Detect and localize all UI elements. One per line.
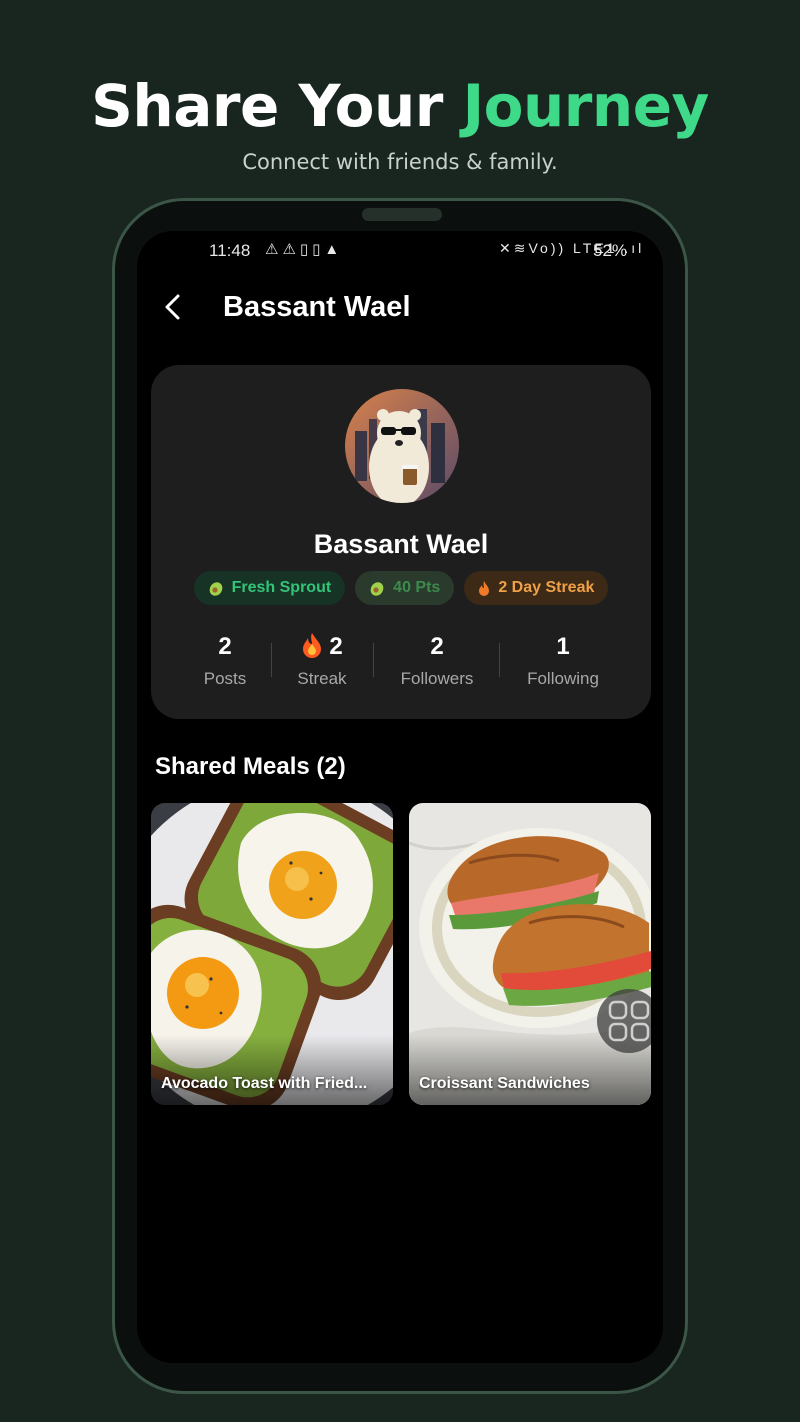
meal-caption: Croissant Sandwiches: [419, 1075, 590, 1092]
fire-icon: [479, 581, 490, 596]
fire-icon: [303, 633, 322, 658]
profile-card: Bassant Wael Fresh Sprout 40 Pts 2 Day S…: [151, 365, 651, 719]
phone-screen: 11:48 ⚠⚠▯▯▲ ✕≋Vo)) LTE1 .ıl 52% Bassant …: [137, 231, 663, 1363]
avocado-icon: [209, 582, 222, 596]
stat-value-row: 2: [281, 631, 363, 663]
phone-speaker: [362, 208, 442, 221]
avatar-image: [345, 389, 459, 503]
meal-caption: Avocado Toast with Fried...: [161, 1075, 368, 1092]
meal-card-croissant-sandwiches[interactable]: Croissant Sandwiches: [409, 803, 651, 1105]
stat-label: Posts: [203, 669, 247, 688]
status-notification-icons: ⚠⚠▯▯▲: [265, 241, 344, 258]
gallery-button[interactable]: [597, 989, 651, 1053]
promo-subline: Connect with friends & family.: [242, 150, 558, 174]
stat-divider: [499, 643, 500, 677]
meal-caption-shade: [151, 1035, 393, 1105]
status-battery: 52%: [593, 241, 628, 260]
meal-card-avocado-toast[interactable]: Avocado Toast with Fried...: [151, 803, 393, 1105]
promo-headline: Share Your Journey: [0, 72, 800, 140]
avocado-icon: [370, 582, 384, 596]
stat-following[interactable]: 1 Following: [513, 631, 613, 689]
badge-label: 2 Day Streak: [498, 579, 595, 596]
stat-divider: [373, 643, 374, 677]
promo-headline-prefix: Share Your: [91, 72, 463, 140]
stat-label: Followers: [400, 669, 474, 688]
badge-label: 40 Pts: [393, 579, 441, 596]
chevron-left-icon: [165, 294, 180, 320]
stat-streak[interactable]: 2 Streak: [281, 631, 363, 689]
status-time: 11:48: [209, 241, 251, 260]
badge-fresh-sprout: Fresh Sprout: [193, 571, 346, 605]
shared-meals-title: Shared Meals (2): [155, 753, 346, 780]
badge-row: Fresh Sprout 40 Pts 2 Day Streak: [151, 571, 651, 605]
badge-points: 40 Pts: [355, 571, 455, 605]
stat-label: Streak: [297, 669, 347, 688]
status-bar: 11:48 ⚠⚠▯▯▲ ✕≋Vo)) LTE1 .ıl 52%: [137, 231, 663, 271]
stat-label: Following: [527, 669, 599, 688]
stat-posts[interactable]: 2 Posts: [185, 631, 265, 689]
badge-streak: 2 Day Streak: [464, 571, 609, 605]
grid-icon: [608, 1000, 650, 1042]
profile-name: Bassant Wael: [313, 529, 489, 559]
promo-headline-accent: Journey: [462, 72, 710, 140]
stat-value: 2: [329, 633, 343, 660]
stat-divider: [271, 643, 272, 677]
phone-frame: 11:48 ⚠⚠▯▯▲ ✕≋Vo)) LTE1 .ıl 52% Bassant …: [112, 198, 688, 1394]
avatar[interactable]: [345, 389, 459, 503]
stat-value: 1: [556, 633, 570, 660]
stats-row: 2 Posts 2 Streak 2 Followers 1 Following: [151, 631, 651, 701]
badge-label: Fresh Sprout: [231, 579, 332, 596]
app-bar: Bassant Wael: [137, 279, 663, 335]
back-button[interactable]: [151, 285, 195, 329]
stat-followers[interactable]: 2 Followers: [387, 631, 487, 689]
stat-value: 2: [430, 633, 444, 660]
stat-value: 2: [218, 633, 232, 660]
page-title: Bassant Wael: [223, 291, 411, 323]
